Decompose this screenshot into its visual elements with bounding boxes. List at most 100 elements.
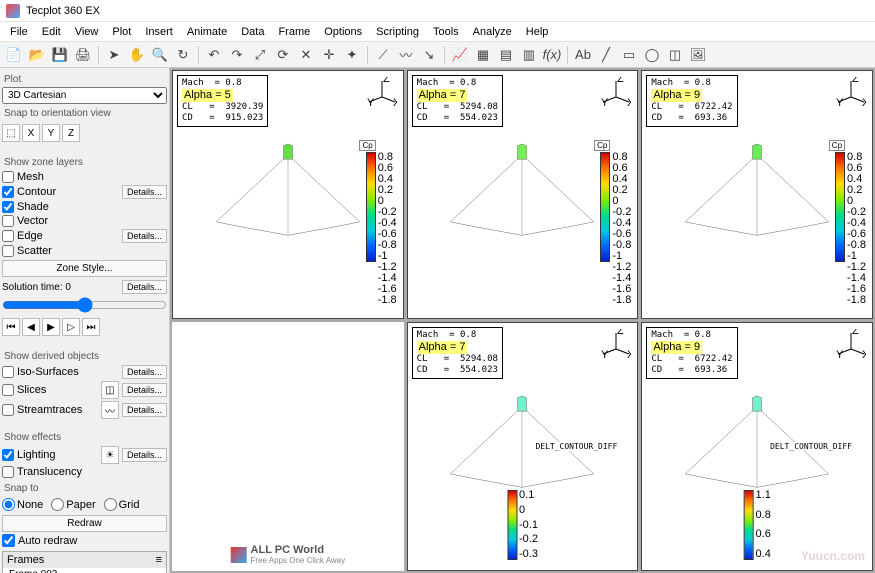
edge-details-button[interactable]: Details... (122, 229, 167, 243)
frames-list[interactable]: Frame 003 Frame 002 Frame 003 Frame 002 … (3, 568, 166, 573)
axis-z-icon[interactable]: ✦ (342, 45, 362, 65)
lighting-details-button[interactable]: Details... (122, 448, 167, 462)
zone-style-button[interactable]: Zone Style... (2, 260, 167, 277)
plot-info: Mach = 0.8 Alpha = 5 CL = 3920.39 CD = 9… (177, 75, 268, 127)
grid-icon[interactable]: ▦ (473, 45, 493, 65)
snap-z-icon[interactable]: Z (62, 124, 80, 142)
chart-icon[interactable]: 📈 (450, 45, 470, 65)
stream-checkbox[interactable]: Streamtraces (2, 404, 98, 416)
menu-view[interactable]: View (69, 24, 105, 40)
menu-scripting[interactable]: Scripting (370, 24, 425, 40)
hand-icon[interactable]: ✋ (127, 45, 147, 65)
new-icon[interactable]: 📄 (4, 45, 24, 65)
rotate-icon[interactable]: ↻ (173, 45, 193, 65)
snap-xy-icon[interactable]: ⬚ (2, 124, 20, 142)
histogram-icon[interactable]: ▥ (519, 45, 539, 65)
lighting-checkbox[interactable]: Lighting (2, 449, 98, 461)
last-frame-icon[interactable]: ⏭ (82, 318, 100, 336)
snap-paper-radio[interactable]: Paper (51, 498, 95, 511)
axis-y-icon[interactable]: ✛ (319, 45, 339, 65)
ellipse-icon[interactable]: ◯ (642, 45, 662, 65)
stream-tool-icon[interactable]: 〰 (101, 401, 119, 419)
plot-frame[interactable]: Mach = 0.8 Alpha = 9 CL = 6722.42 CD = 6… (641, 322, 873, 571)
slices-checkbox[interactable]: Slices (2, 384, 98, 396)
scatter-checkbox[interactable]: Scatter (2, 245, 167, 257)
menu-help[interactable]: Help (520, 24, 555, 40)
menu-insert[interactable]: Insert (139, 24, 179, 40)
iso-details-button[interactable]: Details... (122, 365, 167, 379)
plot-frame[interactable]: Mach = 0.8 Alpha = 9 CL = 6722.42 CD = 6… (641, 70, 873, 319)
menu-tools[interactable]: Tools (427, 24, 465, 40)
rect-icon[interactable]: ▭ (619, 45, 639, 65)
solution-details-button[interactable]: Details... (122, 280, 167, 294)
undo-icon[interactable]: ↶ (204, 45, 224, 65)
edge-checkbox[interactable]: Edge (2, 230, 119, 242)
plot-info: Mach = 0.8 Alpha = 7 CL = 5294.08 CD = 5… (412, 327, 503, 379)
next-frame-icon[interactable]: ▷ (62, 318, 80, 336)
image-icon[interactable]: 🖼 (688, 45, 708, 65)
mesh-checkbox[interactable]: Mesh (2, 171, 167, 183)
callout-icon[interactable]: ◫ (665, 45, 685, 65)
plot-info: Mach = 0.8 Alpha = 7 CL = 5294.08 CD = 5… (412, 75, 503, 127)
menu-animate[interactable]: Animate (181, 24, 233, 40)
snap-x-icon[interactable]: X (22, 124, 40, 142)
slice-icon[interactable]: ⟋ (373, 45, 393, 65)
color-legend: 1.10.80.60.4 (744, 490, 771, 560)
menu-data[interactable]: Data (235, 24, 270, 40)
redo-icon[interactable]: ↷ (227, 45, 247, 65)
stream-details-button[interactable]: Details... (122, 403, 167, 417)
redraw-button[interactable]: Redraw (2, 515, 167, 532)
menu-analyze[interactable]: Analyze (467, 24, 518, 40)
svg-text:X: X (393, 97, 397, 107)
shade-checkbox[interactable]: Shade (2, 201, 167, 213)
plot-canvas[interactable]: Mach = 0.8 Alpha = 5 CL = 3920.39 CD = 9… (170, 68, 875, 573)
contour-details-button[interactable]: Details... (122, 185, 167, 199)
plot-tab-label: Plot (4, 74, 165, 85)
svg-text:Z: Z (383, 77, 390, 85)
probe-icon[interactable]: ↘ (419, 45, 439, 65)
save-icon[interactable]: 💾 (50, 45, 70, 65)
plot-frame[interactable]: Mach = 0.8 Alpha = 5 CL = 3920.39 CD = 9… (172, 70, 404, 319)
menu-options[interactable]: Options (318, 24, 368, 40)
function-icon[interactable]: f(x) (542, 45, 562, 65)
first-frame-icon[interactable]: ⏮ (2, 318, 20, 336)
time-slider[interactable] (2, 297, 167, 313)
slices-details-button[interactable]: Details... (122, 383, 167, 397)
lighting-tool-icon[interactable]: ☀ (101, 446, 119, 464)
snap-grid-radio[interactable]: Grid (104, 498, 140, 511)
snap-none-radio[interactable]: None (2, 498, 43, 511)
aircraft-model (198, 120, 377, 268)
plot-frame[interactable]: Mach = 0.8 Alpha = 7 CL = 5294.08 CD = 5… (407, 70, 639, 319)
frame-item[interactable]: Frame 003 (3, 568, 166, 573)
translucency-checkbox[interactable]: Translucency (2, 466, 167, 478)
svg-text:Z: Z (617, 329, 624, 337)
vector-checkbox[interactable]: Vector (2, 215, 167, 227)
plot-type-select[interactable]: 3D Cartesian (2, 87, 167, 104)
auto-redraw-checkbox[interactable]: Auto redraw (2, 534, 167, 547)
svg-text:Y: Y (367, 97, 375, 107)
menu-edit[interactable]: Edit (36, 24, 67, 40)
plot-frame[interactable]: ALL PC WorldFree Apps One Click Away (172, 322, 404, 571)
menu-frame[interactable]: Frame (272, 24, 316, 40)
plot-frame[interactable]: Mach = 0.8 Alpha = 7 CL = 5294.08 CD = 5… (407, 322, 639, 571)
fit-icon[interactable]: ⤢ (250, 45, 270, 65)
pointer-icon[interactable]: ➤ (104, 45, 124, 65)
slices-tool-icon[interactable]: ◫ (101, 381, 119, 399)
snap-y-icon[interactable]: Y (42, 124, 60, 142)
menu-file[interactable]: File (4, 24, 34, 40)
axis-x-icon[interactable]: ✕ (296, 45, 316, 65)
line-icon[interactable]: ╱ (596, 45, 616, 65)
frames-menu-icon[interactable]: ≡ (156, 554, 162, 566)
play-icon[interactable]: ▶ (42, 318, 60, 336)
prev-frame-icon[interactable]: ◀ (22, 318, 40, 336)
menu-plot[interactable]: Plot (106, 24, 137, 40)
layers-icon[interactable]: ▤ (496, 45, 516, 65)
contour-checkbox[interactable]: Contour (2, 186, 119, 198)
refresh-icon[interactable]: ⟳ (273, 45, 293, 65)
open-icon[interactable]: 📂 (27, 45, 47, 65)
text-icon[interactable]: Ab (573, 45, 593, 65)
curve-icon[interactable]: 〰 (396, 45, 416, 65)
zoom-icon[interactable]: 🔍 (150, 45, 170, 65)
print-icon[interactable]: 🖨 (73, 45, 93, 65)
iso-checkbox[interactable]: Iso-Surfaces (2, 366, 119, 378)
